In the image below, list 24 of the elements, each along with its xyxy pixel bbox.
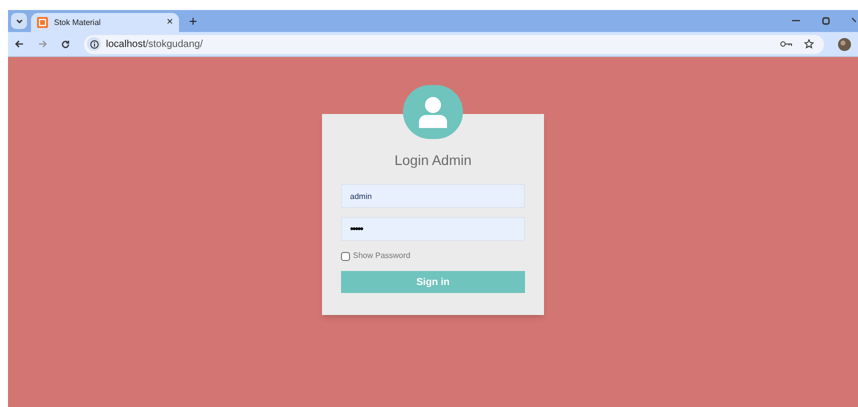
key-icon[interactable] <box>780 41 792 47</box>
site-info-icon[interactable] <box>87 37 101 51</box>
browser-tab[interactable]: Stok Material × <box>31 13 179 32</box>
login-title: Login Admin <box>394 151 472 170</box>
tab-close-button[interactable]: × <box>166 14 173 31</box>
reload-icon[interactable] <box>61 40 70 48</box>
tab-list-button[interactable] <box>11 13 27 29</box>
back-arrow-icon[interactable] <box>15 40 24 48</box>
restore-icon[interactable] <box>822 17 830 25</box>
password-field[interactable]: ••••• <box>341 217 525 241</box>
address-bar[interactable]: localhost/stokgudang/ <box>84 34 824 54</box>
tab-title: Stok Material <box>54 16 101 28</box>
username-field[interactable]: admin <box>341 184 525 208</box>
profile-avatar-icon[interactable] <box>838 38 851 50</box>
minimize-icon[interactable] <box>792 20 800 22</box>
favicon-icon <box>37 17 48 28</box>
chevron-down-icon <box>16 18 22 24</box>
new-tab-button[interactable]: + <box>183 10 204 32</box>
show-password-label: Show Password <box>353 250 410 262</box>
star-icon[interactable] <box>804 39 814 49</box>
close-icon[interactable] <box>852 17 856 25</box>
show-password-checkbox[interactable] <box>341 252 350 260</box>
url-text: localhost/stokgudang/ <box>106 38 203 52</box>
user-icon <box>418 96 448 128</box>
